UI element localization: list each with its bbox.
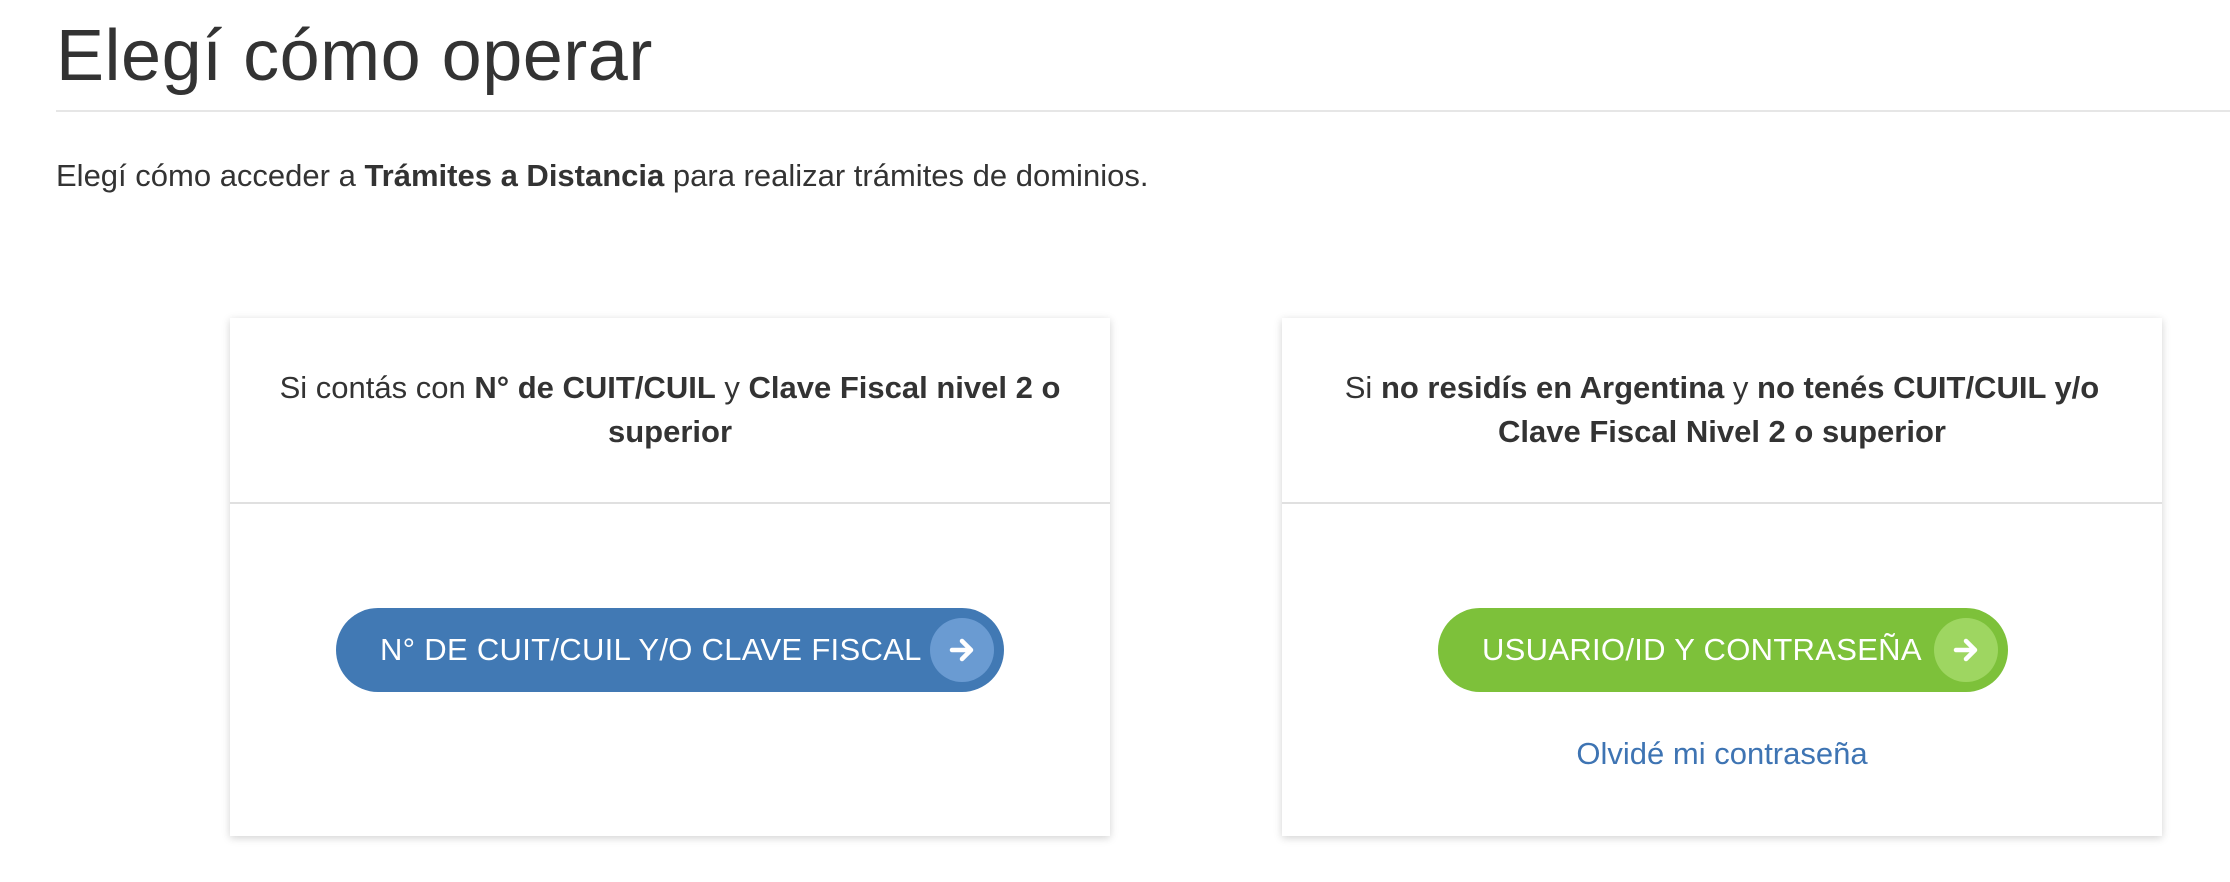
cuit-desc-text-2: y bbox=[715, 370, 749, 405]
intro-text: Elegí cómo acceder a Trámites a Distanci… bbox=[56, 155, 1148, 197]
intro-prefix: Elegí cómo acceder a bbox=[56, 158, 365, 193]
title-divider bbox=[56, 110, 2230, 112]
page-title: Elegí cómo operar bbox=[56, 16, 653, 96]
page: Elegí cómo operar Elegí cómo acceder a T… bbox=[0, 0, 2230, 882]
user-card: Si no residís en Argentina y no tenés CU… bbox=[1282, 318, 2162, 836]
intro-emphasis: Trámites a Distancia bbox=[364, 158, 665, 193]
arrow-right-icon bbox=[1934, 618, 1998, 682]
arrow-right-icon bbox=[930, 618, 994, 682]
cuit-card-header: Si contás con N° de CUIT/CUIL y Clave Fi… bbox=[230, 318, 1110, 504]
user-card-header: Si no residís en Argentina y no tenés CU… bbox=[1282, 318, 2162, 504]
user-desc-bold-1: no residís en Argentina bbox=[1380, 370, 1725, 405]
user-login-button-label: USUARIO/ID Y CONTRASEÑA bbox=[1482, 632, 1922, 667]
cuit-card-description: Si contás con N° de CUIT/CUIL y Clave Fi… bbox=[230, 366, 1110, 454]
cuit-login-button-label: N° DE CUIT/CUIL Y/O CLAVE FISCAL bbox=[380, 632, 922, 667]
cuit-desc-text-1: Si contás con bbox=[279, 370, 475, 405]
user-login-button[interactable]: USUARIO/ID Y CONTRASEÑA bbox=[1438, 608, 2008, 692]
cuit-login-button[interactable]: N° DE CUIT/CUIL Y/O CLAVE FISCAL bbox=[336, 608, 1004, 692]
forgot-password-link[interactable]: Olvidé mi contraseña bbox=[1282, 734, 2162, 774]
user-desc-text-2: y bbox=[1724, 370, 1758, 405]
user-desc-text-1: Si bbox=[1344, 370, 1381, 405]
user-card-description: Si no residís en Argentina y no tenés CU… bbox=[1282, 366, 2162, 454]
intro-suffix: para realizar trámites de dominios. bbox=[664, 158, 1149, 193]
cuit-desc-bold-1: N° de CUIT/CUIL bbox=[474, 370, 716, 405]
cuit-card: Si contás con N° de CUIT/CUIL y Clave Fi… bbox=[230, 318, 1110, 836]
